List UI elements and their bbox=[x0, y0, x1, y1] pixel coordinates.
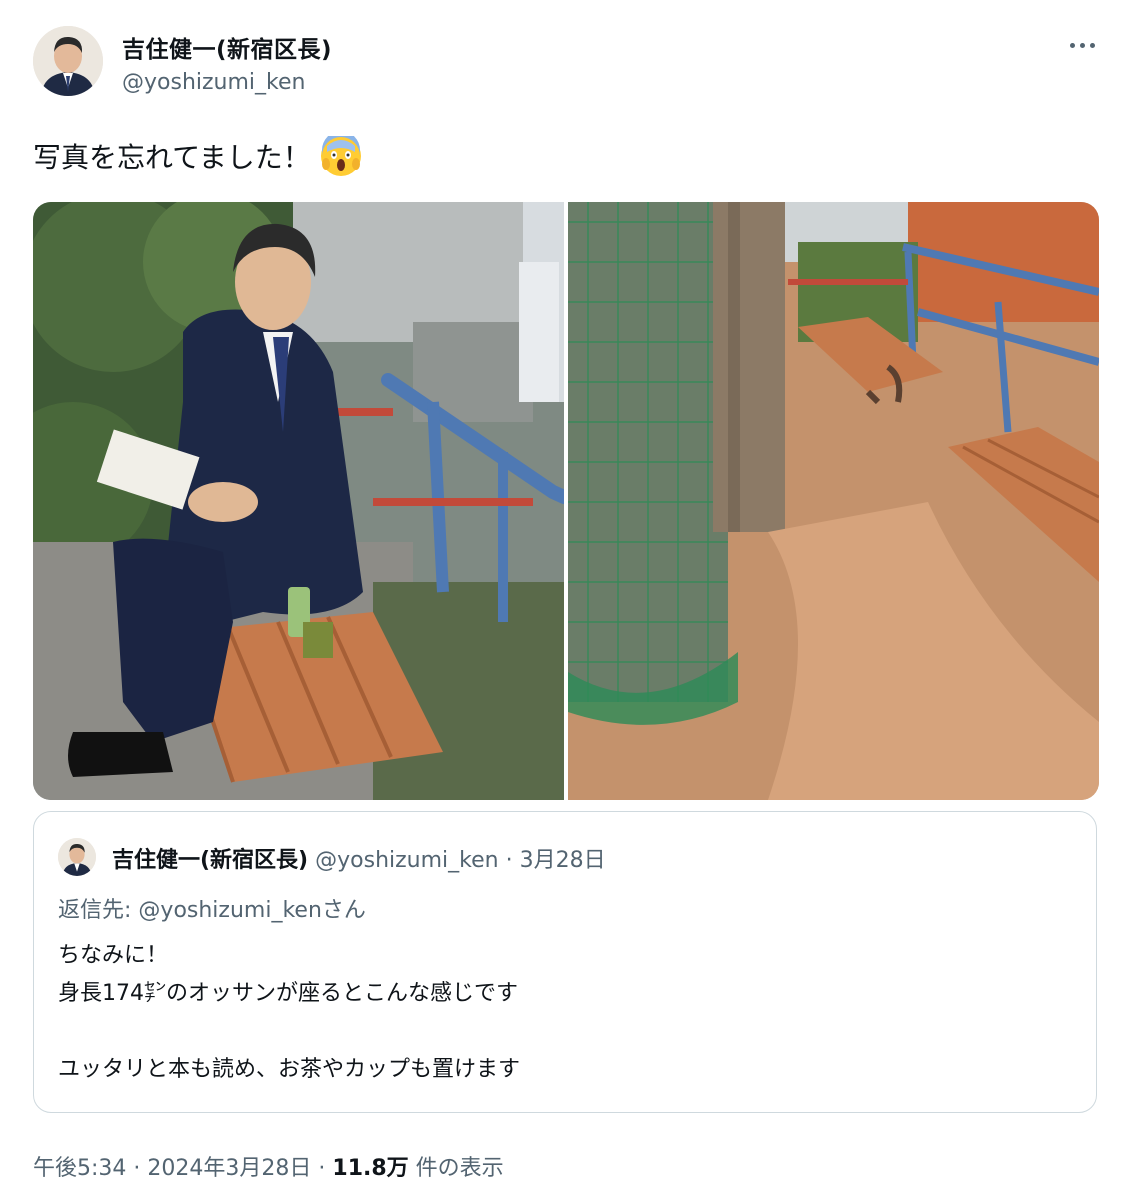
more-options-button[interactable] bbox=[1060, 30, 1104, 60]
quoted-tweet-text: ちなみに！ 身長174㌢のオッサンが座るとこんな感じです ユッタリと本も読め、お… bbox=[58, 937, 520, 1089]
author-handle[interactable]: @yoshizumi_ken bbox=[122, 70, 305, 95]
author-display-name[interactable]: 吉住健一(新宿区長) bbox=[122, 30, 332, 64]
quoted-author-avatar[interactable] bbox=[58, 838, 96, 876]
more-dot-icon bbox=[1079, 42, 1085, 48]
quoted-text-line bbox=[58, 1013, 520, 1051]
meta-separator: · bbox=[133, 1156, 141, 1181]
reply-to-label: 返信先: bbox=[58, 898, 132, 923]
quoted-tweet-header: 吉住健一(新宿区長) @yoshizumi_ken · 3月28日 bbox=[112, 842, 606, 874]
views-label: 件の表示 bbox=[415, 1156, 504, 1181]
quoted-author-name[interactable]: 吉住健一(新宿区長) bbox=[112, 848, 308, 873]
quoted-text-line: ユッタリと本も読め、お茶やカップも置けます bbox=[58, 1057, 521, 1082]
media-gallery bbox=[33, 202, 1099, 800]
tweet-meta: 午後5:34 · 2024年3月28日 · 11.8万 件の表示 bbox=[33, 1150, 504, 1182]
views-count[interactable]: 11.8万 bbox=[332, 1156, 408, 1181]
quoted-text-line: ちなみに！ bbox=[58, 943, 169, 968]
tweet-text-content: 写真を忘れてました！ bbox=[33, 141, 311, 174]
tweet-date[interactable]: 2024年3月28日 bbox=[147, 1156, 311, 1181]
quoted-text-line: 身長174㌢のオッサンが座るとこんな感じです bbox=[58, 981, 518, 1006]
more-dot-icon bbox=[1089, 42, 1095, 48]
photo-man-on-bench[interactable] bbox=[33, 202, 564, 800]
quoted-author-handle[interactable]: @yoshizumi_ken bbox=[315, 848, 498, 873]
meta-separator: · bbox=[318, 1156, 326, 1181]
quoted-header-separator: · bbox=[505, 848, 513, 873]
reply-to-handle[interactable]: @yoshizumi_kenさん bbox=[138, 898, 365, 923]
photo-empty-benches[interactable] bbox=[568, 202, 1099, 800]
author-avatar[interactable] bbox=[33, 26, 103, 96]
tweet-time[interactable]: 午後5:34 bbox=[33, 1156, 126, 1181]
quoted-tweet-date[interactable]: 3月28日 bbox=[520, 848, 606, 873]
more-dot-icon bbox=[1069, 42, 1075, 48]
quoted-reply-to: 返信先: @yoshizumi_kenさん bbox=[58, 892, 366, 924]
tweet-text: 写真を忘れてました！ bbox=[33, 131, 361, 176]
face-screaming-in-fear-icon bbox=[320, 131, 361, 176]
quoted-tweet-card[interactable]: 吉住健一(新宿区長) @yoshizumi_ken · 3月28日 返信先: @… bbox=[33, 811, 1097, 1113]
